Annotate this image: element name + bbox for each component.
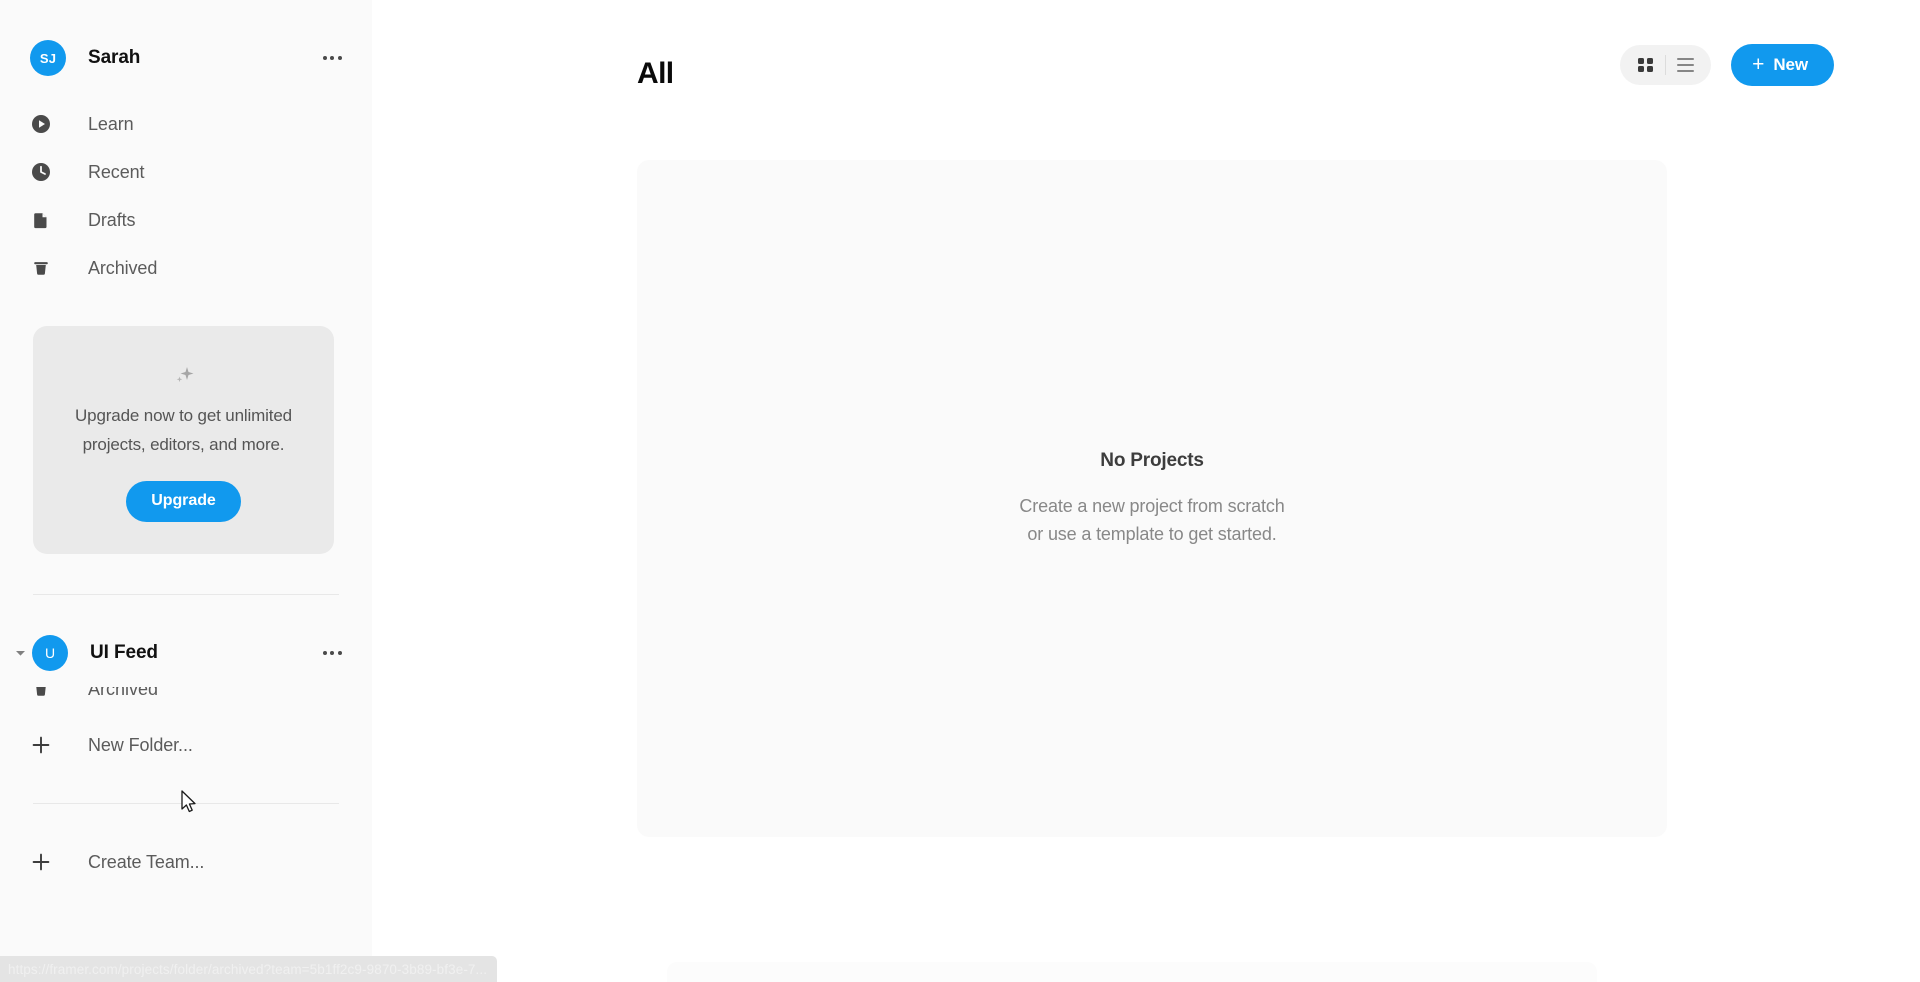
sidebar-user-row[interactable]: SJ Sarah xyxy=(0,36,372,80)
sparkle-icon xyxy=(53,360,314,390)
sidebar-divider xyxy=(33,594,339,595)
new-button[interactable]: + New xyxy=(1731,44,1834,86)
empty-state-line-2: or use a template to get started. xyxy=(1027,523,1277,544)
app-root: SJ Sarah Learn Recent Drafts Archived Up… xyxy=(0,0,1920,982)
upgrade-description: Upgrade now to get unlimited projects, e… xyxy=(75,406,292,454)
avatar: SJ xyxy=(30,40,66,76)
sidebar-item-drafts[interactable]: Drafts xyxy=(0,196,372,244)
clock-icon xyxy=(30,161,52,183)
main-content: All + New No Projects Create a new proje… xyxy=(372,0,1920,982)
sidebar-item-label: Drafts xyxy=(88,209,136,230)
chevron-down-icon[interactable] xyxy=(8,649,32,657)
page-title: All xyxy=(637,57,674,90)
list-view-icon[interactable] xyxy=(1666,45,1705,85)
status-bar-url: https://framer.com/projects/folder/archi… xyxy=(8,961,488,977)
status-bar: https://framer.com/projects/folder/archi… xyxy=(0,956,498,982)
sidebar-item-label: Archived xyxy=(88,257,158,278)
grid-view-icon[interactable] xyxy=(1626,45,1665,85)
bottom-panel-edge xyxy=(667,962,1597,982)
empty-state: No Projects Create a new project from sc… xyxy=(637,450,1667,548)
sidebar-nav: Learn Recent Drafts Archived xyxy=(0,100,372,292)
team-header-row[interactable]: U UI Feed xyxy=(0,631,372,675)
team-item-archived[interactable]: Archived xyxy=(0,687,372,713)
new-folder-label: New Folder... xyxy=(88,734,193,755)
sidebar: SJ Sarah Learn Recent Drafts Archived Up… xyxy=(0,0,372,982)
new-button-label: New xyxy=(1773,55,1808,74)
plus-icon xyxy=(30,851,52,873)
upgrade-button[interactable]: Upgrade xyxy=(126,481,241,522)
team-item-label: Archived xyxy=(88,687,159,699)
trash-icon xyxy=(30,687,52,700)
ellipsis-icon[interactable] xyxy=(318,639,346,667)
plus-icon: + xyxy=(1752,52,1765,76)
play-circle-icon xyxy=(30,113,52,135)
view-toggle-group xyxy=(1620,45,1712,85)
sidebar-item-recent[interactable]: Recent xyxy=(0,148,372,196)
projects-panel: No Projects Create a new project from sc… xyxy=(637,160,1667,837)
document-icon xyxy=(30,209,52,231)
new-folder-button[interactable]: New Folder... xyxy=(0,721,372,769)
toolbar-actions: + New xyxy=(1620,44,1850,86)
sidebar-item-label: Learn xyxy=(88,113,134,134)
ellipsis-icon[interactable] xyxy=(318,44,346,72)
sidebar-item-archived[interactable]: Archived xyxy=(0,244,372,292)
top-toolbar: All + New xyxy=(372,0,1920,130)
empty-state-line-1: Create a new project from scratch xyxy=(1019,495,1285,516)
team-name: UI Feed xyxy=(90,642,158,663)
create-team-label: Create Team... xyxy=(88,851,205,872)
trash-icon xyxy=(30,257,52,279)
create-team-button[interactable]: Create Team... xyxy=(0,838,372,886)
user-name: Sarah xyxy=(88,47,141,68)
sidebar-item-label: Recent xyxy=(88,161,145,182)
empty-state-title: No Projects xyxy=(1100,449,1204,471)
upgrade-card: Upgrade now to get unlimited projects, e… xyxy=(33,326,334,554)
sidebar-item-learn[interactable]: Learn xyxy=(0,100,372,148)
team-avatar: U xyxy=(32,635,68,671)
plus-icon xyxy=(30,734,52,756)
sidebar-divider-bottom xyxy=(33,803,339,804)
